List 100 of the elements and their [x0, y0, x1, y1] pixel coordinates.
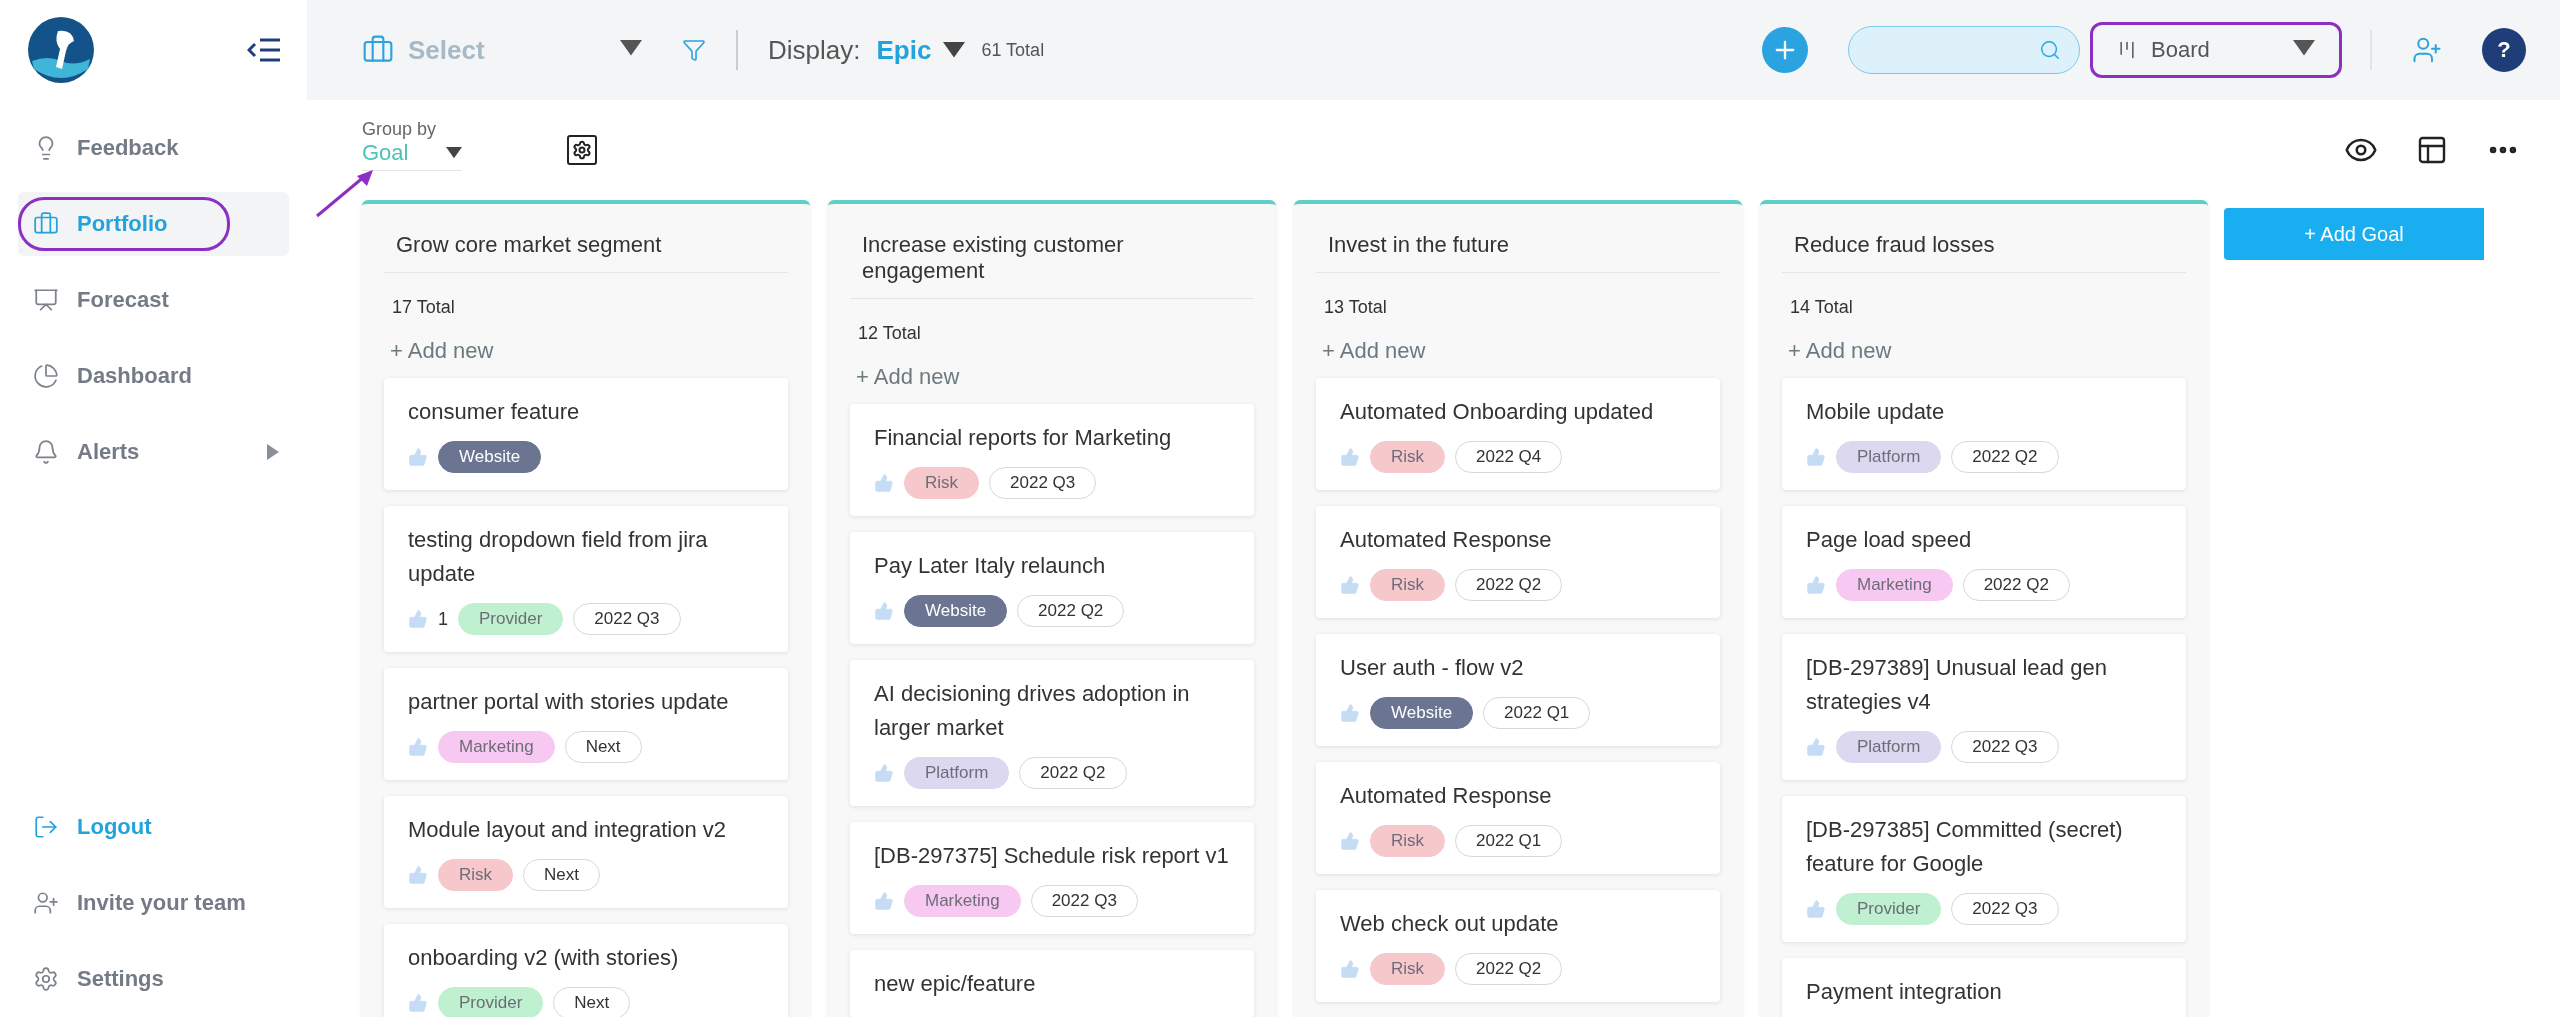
view-dropdown[interactable]: Board [2090, 22, 2342, 78]
caret-icon [620, 40, 642, 56]
add-new-link[interactable]: + Add new [1782, 338, 1898, 364]
thumbs-up-icon[interactable] [408, 447, 428, 467]
category-tag: Risk [1370, 825, 1446, 857]
column-title: Invest in the future [1316, 204, 1720, 273]
thumbs-up-icon[interactable] [1340, 831, 1360, 851]
category-tag: Website [438, 441, 542, 473]
epic-card[interactable]: Page load speed Marketing 2022 Q2 [1782, 506, 2186, 618]
epic-card[interactable]: Web check out update Risk 2022 Q2 [1316, 890, 1720, 1002]
sidebar-item[interactable]: Alerts [18, 420, 289, 484]
thumbs-up-icon[interactable] [874, 891, 894, 911]
filter-icon[interactable] [682, 38, 706, 62]
card-title: new epic/feature [874, 970, 1037, 998]
sidebar-item[interactable]: Forecast [18, 268, 289, 332]
period-tag: 2022 Q2 [1951, 441, 2059, 473]
category-tag: Marketing [1836, 569, 1953, 601]
column-title: Reduce fraud losses [1782, 204, 2186, 273]
sidebar-item[interactable]: Invite your team [77, 890, 246, 916]
epic-card[interactable]: testing dropdown field from jira update 1 Provider 2022 Q3 [384, 506, 788, 652]
thumbs-up-icon[interactable] [874, 473, 894, 493]
category-tag: Platform [904, 757, 1010, 789]
epic-card[interactable]: User auth - flow v2 Website 2022 Q1 [1316, 634, 1720, 746]
period-tag: 2022 Q3 [1030, 885, 1138, 917]
period-tag: 2022 Q4 [1455, 441, 1563, 473]
category-tag: Website [904, 595, 1008, 627]
sidebar-item[interactable]: Feedback [18, 116, 289, 180]
group-by-label: Group by [362, 119, 438, 140]
card-title: [DB-297375] Schedule risk report v1 [874, 842, 1230, 870]
search-field[interactable] [1848, 26, 2080, 74]
epic-card[interactable]: Module layout and integration v2 Risk Next [384, 796, 788, 908]
thumbs-up-icon[interactable] [1806, 447, 1826, 467]
category-tag: Provider [438, 987, 544, 1017]
thumbs-up-icon[interactable] [1806, 899, 1826, 919]
card-title: User auth - flow v2 [1340, 654, 1525, 682]
epic-card[interactable]: Automated Response Risk 2022 Q2 [1316, 506, 1720, 618]
thumbs-up-icon[interactable] [408, 737, 428, 757]
column-total: 13 Total [1323, 297, 1388, 318]
period-tag: 2022 Q3 [1951, 893, 2059, 925]
search-icon [2039, 39, 2061, 61]
presentation-icon [33, 287, 59, 313]
epic-card[interactable]: Automated Response Risk 2022 Q1 [1316, 762, 1720, 874]
card-title: Financial reports for Marketing [874, 424, 1173, 452]
card-title: Automated Onboarding updated [1340, 398, 1655, 426]
layout-icon[interactable] [2416, 134, 2448, 166]
period-tag: 2022 Q1 [1455, 825, 1563, 857]
thumbs-up-icon[interactable] [874, 763, 894, 783]
card-title: [DB-297385] Committed (secret) feature for Google [1806, 816, 2124, 878]
epic-card[interactable]: consumer feature Website [384, 378, 788, 490]
card-title: Web check out update [1340, 910, 1560, 938]
thumbs-up-icon[interactable] [1340, 575, 1360, 595]
collapse-menu-icon[interactable] [247, 37, 281, 63]
epic-card[interactable]: [DB-297385] Committed (secret) feature for Google Provider 2022 Q3 [1782, 796, 2186, 942]
thumbs-up-icon[interactable] [408, 993, 428, 1013]
logo-icon [28, 17, 94, 83]
epic-card[interactable]: onboarding v2 (with stories) Provider Next [384, 924, 788, 1017]
category-tag: Platform [1836, 731, 1942, 763]
period-tag: 2022 Q2 [1455, 569, 1563, 601]
epic-card[interactable]: Automated Onboarding updated Risk 2022 Q4 [1316, 378, 1720, 490]
thumbs-up-icon[interactable] [1340, 447, 1360, 467]
sidebar-item[interactable]: Dashboard [18, 344, 289, 408]
column-total: 14 Total [1789, 297, 1854, 318]
period-tag: 2022 Q3 [989, 467, 1097, 499]
thumbs-up-icon[interactable] [1340, 703, 1360, 723]
epic-card[interactable]: [DB-297389] Unusual lead gen strategies v4 Platform 2022 Q3 [1782, 634, 2186, 780]
epic-card[interactable]: [DB-297375] Schedule risk report v1 Marketing 2022 Q3 [850, 822, 1254, 934]
add-button[interactable] [1762, 27, 1808, 73]
epic-card[interactable]: Payment integration [1782, 958, 2186, 1017]
thumbs-up-icon[interactable] [1806, 575, 1826, 595]
period-tag: 2022 Q2 [1019, 757, 1127, 789]
category-tag: Website [1370, 697, 1474, 729]
epic-card[interactable]: Pay Later Italy relaunch Website 2022 Q2 [850, 532, 1254, 644]
thumbs-up-icon[interactable] [408, 609, 428, 629]
epic-card[interactable]: partner portal with stories update Marketing Next [384, 668, 788, 780]
thumbs-up-icon[interactable] [1340, 959, 1360, 979]
epic-card[interactable]: AI decisioning drives adoption in larger market Platform 2022 Q2 [850, 660, 1254, 806]
add-new-link[interactable]: + Add new [850, 364, 966, 390]
sidebar-item[interactable]: Settings [77, 966, 164, 992]
user-plus-icon[interactable] [2412, 35, 2442, 65]
total-count: 61 Total [981, 39, 1045, 61]
thumbs-up-icon[interactable] [408, 865, 428, 885]
card-title: Mobile update [1806, 398, 1946, 426]
epic-card[interactable]: Financial reports for Marketing Risk 2022 Q3 [850, 404, 1254, 516]
column-title: Increase existing customer engagement [850, 204, 1254, 299]
period-tag: Next [523, 859, 601, 891]
add-new-link[interactable]: + Add new [1316, 338, 1432, 364]
settings-icon [33, 966, 59, 992]
epic-card[interactable]: Mobile update Platform 2022 Q2 [1782, 378, 2186, 490]
period-tag: 2022 Q2 [1962, 569, 2070, 601]
thumbs-up-icon[interactable] [1806, 737, 1826, 757]
settings-icon[interactable] [567, 135, 597, 165]
period-tag: 2022 Q3 [573, 603, 681, 635]
card-title: Automated Response [1340, 782, 1553, 810]
briefcase-icon [33, 211, 59, 237]
help-button[interactable]: ? [2482, 28, 2526, 72]
epic-card[interactable]: new epic/feature [850, 950, 1254, 1017]
category-tag: Risk [438, 859, 514, 891]
thumbs-up-icon[interactable] [874, 601, 894, 621]
add-new-link[interactable]: + Add new [384, 338, 500, 364]
card-title: Payment integration [1806, 978, 2003, 1006]
